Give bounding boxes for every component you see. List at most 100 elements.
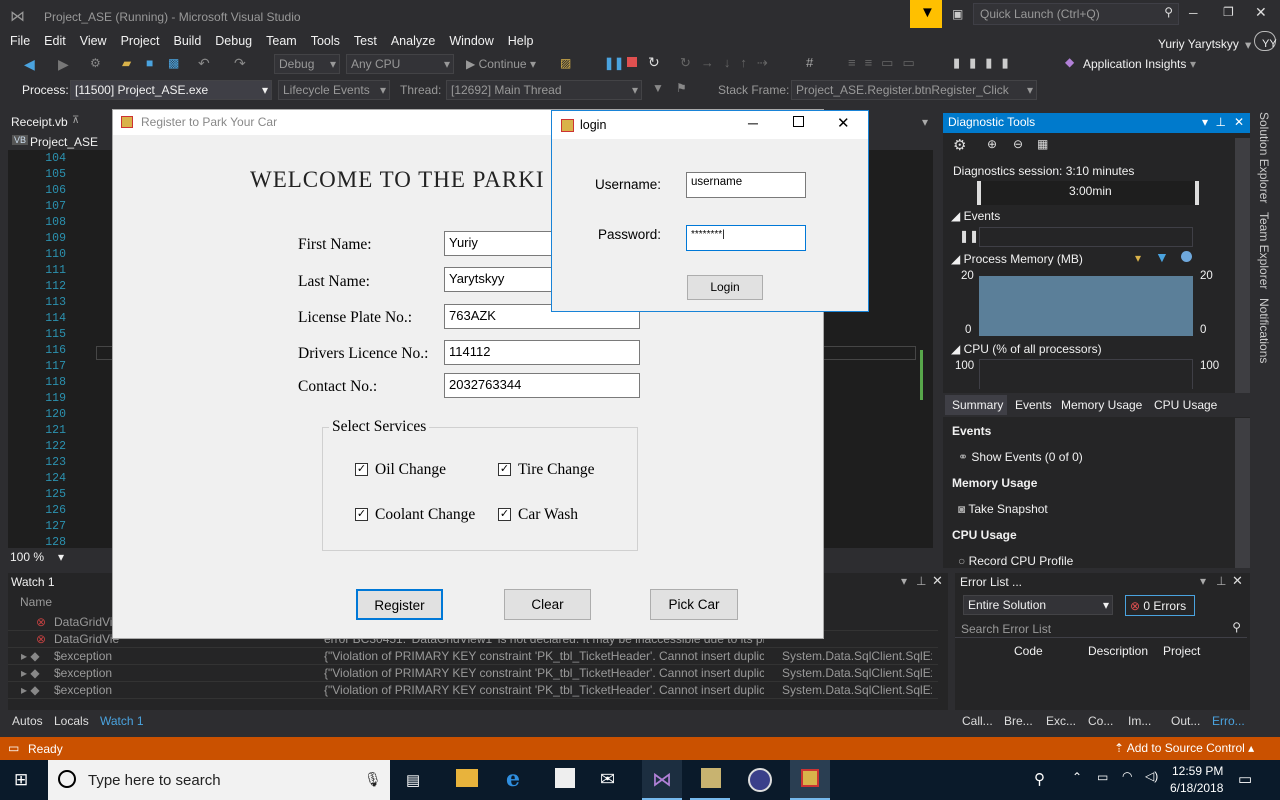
project-select[interactable]: Project_ASE (30, 135, 98, 149)
expand-icon[interactable]: ▸ ◆ (21, 666, 40, 680)
pick-car-button[interactable]: Pick Car (650, 589, 738, 620)
tab-solution-explorer[interactable]: Solution Explorer (1257, 112, 1271, 203)
mail-icon[interactable]: ✉ (600, 769, 615, 790)
avatar[interactable]: YY (1254, 31, 1277, 51)
zoom-control[interactable]: 100 % ▾ (8, 549, 103, 565)
menu-window[interactable]: Window (442, 31, 500, 51)
show-events-link[interactable]: ⚭ Show Events (0 of 0) (958, 450, 1083, 464)
zoom-out-icon[interactable]: ⊖ (1013, 137, 1023, 151)
tab-error-list[interactable]: Erro... (1212, 714, 1245, 728)
login-button[interactable]: Login (687, 275, 763, 300)
pin-icon[interactable]: ⊥ (1216, 574, 1226, 588)
watch-row[interactable]: ▸ ◆ $exception {"Violation of PRIMARY KEY … (8, 682, 938, 699)
username-input[interactable]: username (686, 172, 806, 198)
menu-build[interactable]: Build (166, 31, 208, 51)
oil-change-checkbox[interactable]: ✓ (355, 463, 368, 476)
contact-number-input[interactable]: 2032763344 (444, 373, 640, 398)
feedback-filter-icon[interactable]: ▼ (910, 0, 942, 28)
save-all-icon[interactable]: ▩ (168, 56, 179, 70)
volume-icon[interactable]: ◁) (1145, 769, 1158, 783)
tab-locals[interactable]: Locals (54, 714, 89, 728)
minimize-button[interactable]: ─ (1189, 6, 1198, 20)
maximize-button[interactable] (793, 116, 804, 127)
minimize-button[interactable]: ─ (748, 115, 758, 131)
zoom-in-icon[interactable]: ⊕ (987, 137, 997, 151)
search-error-list[interactable]: Search Error List ⚲ (955, 618, 1247, 638)
close-icon[interactable]: ✕ (1232, 573, 1243, 589)
save-icon[interactable]: ■ (146, 56, 153, 70)
summary-scrollbar[interactable] (1235, 418, 1250, 568)
chevron-down-icon[interactable]: ▾ (1200, 574, 1206, 588)
clock-date[interactable]: 6/18/2018 (1170, 781, 1223, 795)
project-column-header[interactable]: Project (1163, 644, 1200, 658)
process-icon[interactable]: ▨ (560, 56, 571, 70)
chevron-down-icon[interactable]: ▾ (1202, 115, 1208, 129)
errors-filter-button[interactable]: ⊗ 0 Errors (1125, 595, 1195, 616)
forward-icon[interactable]: ▶ (58, 56, 69, 73)
process-select[interactable]: [11500] Project_ASE.exe ▾ (70, 80, 272, 100)
record-cpu-link[interactable]: ○ Record CPU Profile (958, 554, 1073, 568)
pin-icon[interactable]: ⊥ (1216, 115, 1226, 129)
redo-icon[interactable]: ↷ (234, 55, 246, 72)
chevron-down-icon[interactable]: ▾ (922, 115, 928, 129)
watch-row[interactable]: ▸ ◆ $exception {"Violation of PRIMARY KEY … (8, 665, 938, 682)
quick-launch-input[interactable]: Quick Launch (Ctrl+Q) ⚲ (973, 3, 1179, 25)
close-button[interactable]: ✕ (837, 114, 850, 132)
menu-view[interactable]: View (73, 31, 114, 51)
pause-icon[interactable]: ❚❚ (959, 229, 979, 243)
microphone-icon[interactable]: 🎙 (364, 771, 382, 788)
source-control-button[interactable]: ⇡ Add to Source Control ▴ (1114, 741, 1254, 755)
expand-icon[interactable]: ▸ ◆ (21, 683, 40, 697)
watch-row[interactable]: ▸ ◆ $exception {"Violation of PRIMARY KEY … (8, 648, 938, 665)
restart-icon[interactable]: ↻ (648, 54, 660, 71)
eclipse-icon[interactable] (748, 768, 772, 792)
scope-select[interactable]: Entire Solution ▾ (963, 595, 1113, 615)
file-explorer-icon[interactable] (456, 769, 478, 787)
stack-frame-select[interactable]: Project_ASE.Register.btnRegister_Click ▾ (791, 80, 1037, 100)
menu-test[interactable]: Test (347, 31, 384, 51)
timeline-ruler[interactable]: 3:00min (977, 181, 1199, 205)
tab-summary[interactable]: Summary (945, 395, 1007, 415)
application-insights-button[interactable]: Application Insights (1083, 57, 1186, 71)
tab-memory-usage[interactable]: Memory Usage (1061, 398, 1142, 412)
break-all-icon[interactable]: ❚❚ (604, 56, 624, 70)
take-snapshot-link[interactable]: ◙ Take Snapshot (958, 502, 1048, 516)
store-icon[interactable] (555, 768, 575, 788)
tab-notifications[interactable]: Notifications (1257, 298, 1271, 363)
report-icon[interactable]: ▦ (1037, 137, 1048, 151)
platform-select[interactable]: Any CPU ▾ (346, 54, 454, 74)
menu-project[interactable]: Project (114, 31, 167, 51)
drivers-licence-input[interactable]: 114112 (444, 340, 640, 365)
pin-icon[interactable]: ⊼ (72, 115, 79, 126)
wifi-icon[interactable]: ◠ (1122, 769, 1132, 783)
clear-button[interactable]: Clear (504, 589, 591, 620)
hex-icon[interactable]: # (806, 55, 813, 70)
tab-team-explorer[interactable]: Team Explorer (1257, 212, 1271, 289)
coolant-change-checkbox[interactable]: ✓ (355, 508, 368, 521)
back-icon[interactable]: ◀ (24, 56, 35, 73)
car-wash-checkbox[interactable]: ✓ (498, 508, 511, 521)
clock-time[interactable]: 12:59 PM (1172, 764, 1223, 778)
people-icon[interactable]: ⚲ (1034, 770, 1045, 788)
user-name[interactable]: Yuriy Yarytskyy (1151, 34, 1246, 54)
lifecycle-events-select[interactable]: Lifecycle Events ▾ (278, 80, 390, 100)
pin-icon[interactable]: ⊥ (916, 574, 926, 588)
screen-icon[interactable]: ▣ (952, 7, 963, 21)
sql-tool-taskbar-button[interactable] (690, 760, 730, 800)
settings-icon[interactable]: ⚙ (953, 136, 966, 154)
tab-cpu-usage[interactable]: CPU Usage (1154, 398, 1217, 412)
tab-autos[interactable]: Autos (12, 714, 43, 728)
menu-team[interactable]: Team (259, 31, 304, 51)
tab-receipt-vb[interactable]: Receipt.vb (11, 115, 68, 129)
code-column-header[interactable]: Code (1014, 644, 1043, 658)
menu-edit[interactable]: Edit (37, 31, 73, 51)
windows-start-icon[interactable]: ⊞ (14, 770, 28, 790)
action-center-icon[interactable]: ▭ (1238, 770, 1252, 788)
close-button[interactable]: ✕ (1255, 4, 1267, 21)
tire-change-checkbox[interactable]: ✓ (498, 463, 511, 476)
app-taskbar-button[interactable] (790, 760, 830, 800)
task-view-icon[interactable]: ▤ (406, 771, 420, 789)
new-project-icon[interactable]: ⚙ (90, 56, 101, 70)
menu-debug[interactable]: Debug (208, 31, 259, 51)
format-icons[interactable]: ≡≡▭▭ (848, 55, 924, 71)
